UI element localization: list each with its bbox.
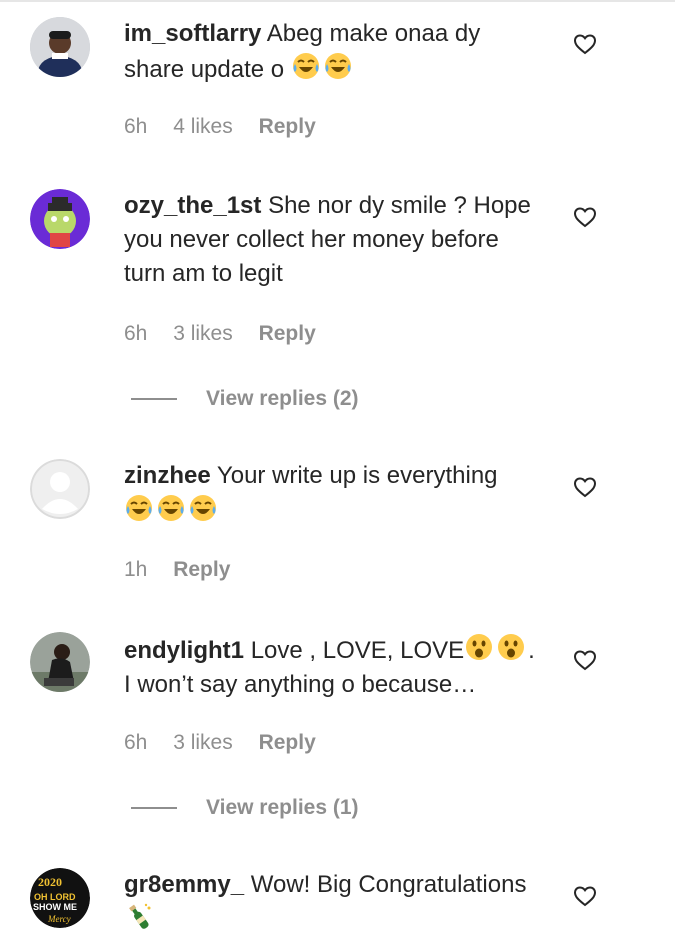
comment-text: ozy_the_1st She nor dy smile ? Hope you … <box>124 189 544 291</box>
face-with-tears-of-joy-icon <box>190 495 216 521</box>
avatar[interactable] <box>30 459 90 519</box>
avatar-text-line1: OH LORD <box>34 892 76 902</box>
view-replies-label: View replies (1) <box>206 796 359 819</box>
reply-button[interactable]: Reply <box>173 558 230 581</box>
face-with-open-mouth-icon <box>498 634 525 660</box>
avatar[interactable] <box>30 189 90 249</box>
heart-icon[interactable] <box>573 648 597 672</box>
replies-divider <box>131 807 177 809</box>
avatar[interactable] <box>30 632 90 692</box>
face-with-tears-of-joy-icon <box>126 495 152 521</box>
comment-text: zinzhee Your write up is everything <box>124 459 544 529</box>
heart-icon[interactable] <box>573 884 597 908</box>
view-replies-button[interactable]: View replies (2) <box>131 387 359 411</box>
reply-button[interactable]: Reply <box>259 115 316 138</box>
top-divider <box>0 0 675 2</box>
bottle-with-popping-cork-icon <box>129 903 151 929</box>
avatar-text-line3: Mercy <box>47 914 71 924</box>
avatar[interactable]: 2020 OH LORD SHOW ME Mercy <box>30 868 90 928</box>
view-replies-button[interactable]: View replies (1) <box>131 796 359 820</box>
comment-time: 6h <box>124 322 148 345</box>
avatar[interactable] <box>30 17 90 77</box>
reply-button[interactable]: Reply <box>259 322 316 345</box>
comment-likes[interactable]: 3 likes <box>173 322 233 345</box>
comment-meta: 1h Reply <box>124 558 250 582</box>
comment-meta: 6h 3 likes Reply <box>124 322 336 346</box>
reply-button[interactable]: Reply <box>259 731 316 754</box>
comment-time: 1h <box>124 558 148 581</box>
comment-text: gr8emmy_ Wow! Big Congratulations <box>124 868 544 938</box>
heart-icon[interactable] <box>573 32 597 56</box>
face-with-tears-of-joy-icon <box>324 53 351 79</box>
comment-time: 6h <box>124 731 148 754</box>
comment-meta: 6h 4 likes Reply <box>124 115 336 139</box>
heart-icon[interactable] <box>573 475 597 499</box>
face-with-tears-of-joy-icon <box>158 495 184 521</box>
comment-username[interactable]: endylight1 <box>124 637 244 664</box>
replies-divider <box>131 398 177 400</box>
avatar-text-year: 2020 <box>38 875 62 889</box>
heart-icon[interactable] <box>573 205 597 229</box>
comment-username[interactable]: ozy_the_1st <box>124 192 261 219</box>
comment-text: endylight1 Love , LOVE, LOVE . I won’t s… <box>124 632 544 702</box>
comment-body: Your write up is everything <box>216 462 498 489</box>
comment-likes[interactable]: 3 likes <box>173 731 233 754</box>
face-with-tears-of-joy-icon <box>292 53 319 79</box>
comment-body: Wow! Big Congratulations <box>250 871 527 898</box>
comment-text: im_softlarry Abeg make onaa dy share upd… <box>124 17 544 87</box>
avatar-text-line2: SHOW ME <box>33 902 77 912</box>
comment-username[interactable]: zinzhee <box>124 462 211 489</box>
comment-time: 6h <box>124 115 148 138</box>
comment-meta: 6h 3 likes Reply <box>124 731 336 755</box>
comment-likes[interactable]: 4 likes <box>173 115 233 138</box>
face-with-open-mouth-icon <box>466 634 493 660</box>
comment-username[interactable]: gr8emmy_ <box>124 871 244 898</box>
view-replies-label: View replies (2) <box>206 387 359 410</box>
comment-username[interactable]: im_softlarry <box>124 20 261 47</box>
comment-body: Love , LOVE, LOVE <box>250 637 465 664</box>
